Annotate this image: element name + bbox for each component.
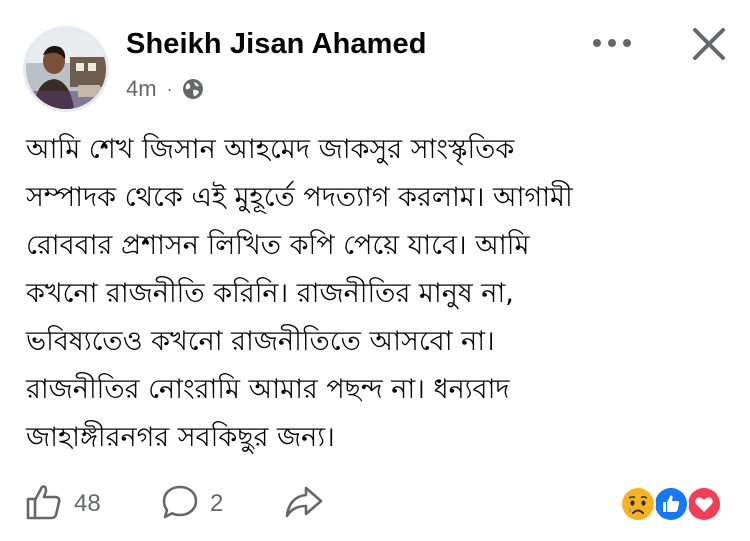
sad-reaction-icon xyxy=(620,486,656,522)
like-count: 48 xyxy=(74,490,101,517)
like-button[interactable]: 48 xyxy=(24,482,101,526)
post-meta: 4m · xyxy=(126,76,204,102)
comment-count: 2 xyxy=(210,490,224,517)
globe-icon xyxy=(182,78,204,100)
share-icon xyxy=(284,484,324,524)
comment-button[interactable]: 2 xyxy=(160,482,223,526)
post-body-line: আমি শেখ জিসান আহমেদ জাকসুর সাংস্কৃতিক xyxy=(26,134,515,165)
comment-icon xyxy=(160,482,200,526)
post-body: আমি শেখ জিসান আহমেদ জাকসুর সাংস্কৃতিক সম… xyxy=(26,126,726,462)
like-reaction-icon xyxy=(653,486,689,522)
post-header: Sheikh Jisan Ahamed 4m · xyxy=(0,0,750,115)
thumbs-up-icon xyxy=(24,482,64,526)
post-body-line: রাজনীতির নোংরামি আমার পছন্দ না। ধন্যবাদ xyxy=(26,374,510,405)
post-body-line: রোববার প্রশাসন লিখিত কপি পেয়ে যাবে। আমি xyxy=(26,230,530,261)
meta-separator: · xyxy=(166,78,173,99)
author-avatar[interactable] xyxy=(23,26,109,112)
post-timestamp[interactable]: 4m xyxy=(126,76,157,102)
close-icon[interactable] xyxy=(689,24,729,64)
post-body-line: সম্পাদক থেকে এই মুহূর্তে পদত্যাগ করলাম। … xyxy=(26,182,573,213)
author-name[interactable]: Sheikh Jisan Ahamed xyxy=(126,28,427,61)
share-button[interactable] xyxy=(284,484,324,524)
reaction-summary[interactable] xyxy=(620,486,724,522)
post-actions: 48 2 xyxy=(0,472,750,532)
post-body-line: জাহাঙ্গীরনগর সবকিছুর জন্য। xyxy=(26,422,335,453)
post-body-line: কখনো রাজনীতি করিনি। রাজনীতির মানুষ না, xyxy=(26,278,514,309)
post-body-line: ভবিষ্যতেও কখনো রাজনীতিতে আসবো না। xyxy=(26,326,495,357)
love-reaction-icon xyxy=(686,486,722,522)
more-options-icon[interactable] xyxy=(588,28,636,58)
avatar-photo xyxy=(26,29,106,109)
